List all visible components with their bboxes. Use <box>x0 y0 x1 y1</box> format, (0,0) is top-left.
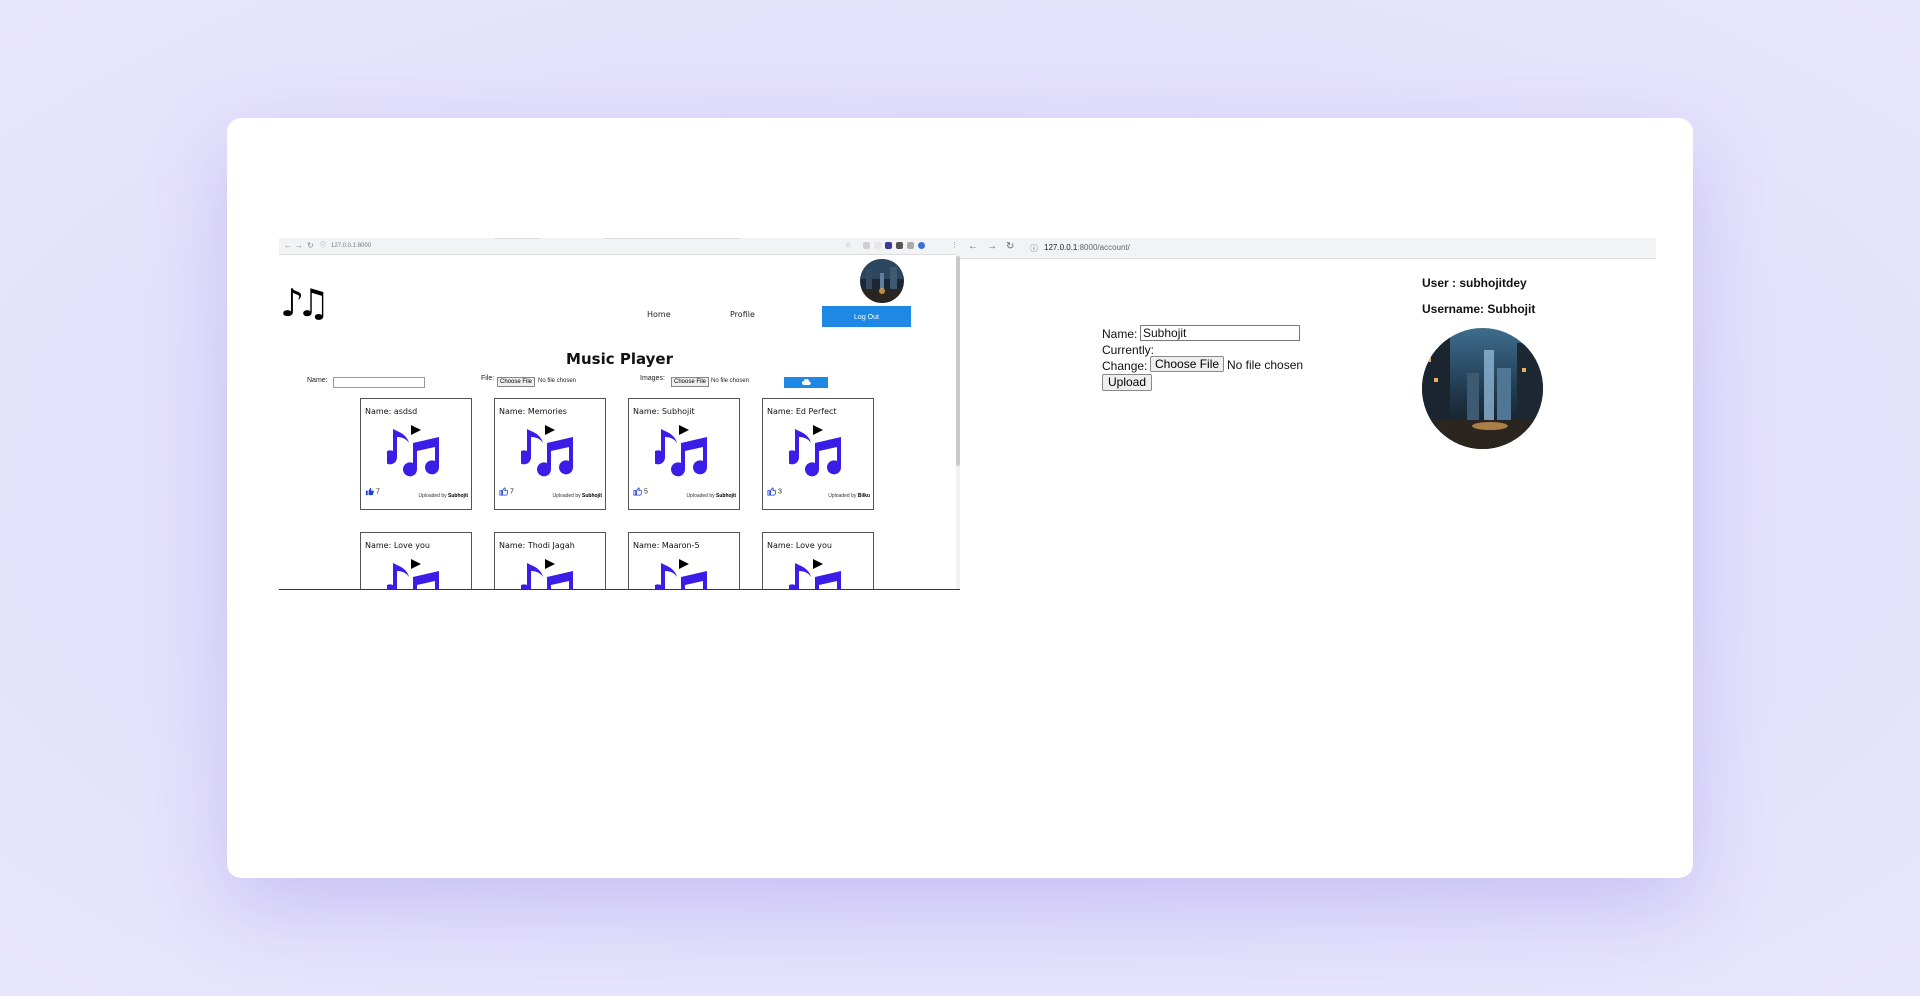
uploader-info: Uploaded by Subhojit <box>552 493 602 499</box>
menu-icon[interactable]: ⋮ <box>951 240 958 252</box>
file-status: No file chosen <box>1227 358 1304 372</box>
song-name: Name: Thodi Jagah <box>499 541 575 550</box>
uploader-info: Uploaded by Subhojit <box>418 493 468 499</box>
song-name: Name: Love you <box>365 541 430 550</box>
extension-icon[interactable] <box>885 242 892 249</box>
username-heading: Username: Subhojit <box>1422 302 1536 316</box>
page-title: Music Player <box>566 350 673 368</box>
music-note-play-icon[interactable] <box>789 423 847 479</box>
music-note-play-icon[interactable] <box>521 557 579 590</box>
song-name: Name: Ed Perfect <box>767 407 837 416</box>
nav-profile-link[interactable]: Profile <box>730 310 755 319</box>
currently-label: Currently: <box>1102 343 1155 357</box>
browser-toolbar: ← → ↻ ⓘ 127.0.0.1:8000 ☆ ⋮ <box>279 238 960 255</box>
song-card[interactable]: Name: Ed Perfect 3 Uploaded by Bilku <box>762 398 874 510</box>
thumbs-up-outline-icon[interactable] <box>633 487 643 496</box>
nav-home-link[interactable]: Home <box>647 310 671 319</box>
music-note-play-icon[interactable] <box>789 557 847 590</box>
file-status: No file chosen <box>538 378 577 384</box>
song-card[interactable]: Name: Maaron-5 <box>628 532 740 590</box>
song-card[interactable]: Name: Love you <box>762 532 874 590</box>
music-note-play-icon[interactable] <box>655 423 713 479</box>
song-name: Name: Memories <box>499 407 567 416</box>
forward-icon[interactable]: → <box>295 240 303 252</box>
logout-button[interactable]: Log Out <box>822 306 911 327</box>
music-note-play-icon[interactable] <box>655 557 713 590</box>
forward-icon[interactable]: → <box>987 241 997 252</box>
browser-toolbar: ← → ↻ ⓘ 127.0.0.1:8000/account/ <box>960 238 1656 259</box>
back-icon[interactable]: ← <box>968 241 978 252</box>
name-label: Name: <box>1102 327 1138 341</box>
song-name: Name: Subhojit <box>633 407 695 416</box>
upload-button[interactable] <box>784 377 828 388</box>
song-name: Name: Maaron-5 <box>633 541 700 550</box>
divider <box>279 589 960 590</box>
name-input[interactable]: Subhojit <box>1140 325 1300 341</box>
info-icon[interactable]: ⓘ <box>320 240 326 252</box>
song-card[interactable]: Name: Love you <box>360 532 472 590</box>
like-count[interactable]: 7 <box>499 487 514 496</box>
extension-icon[interactable] <box>907 242 914 249</box>
images-choose-button[interactable]: Choose File <box>671 377 710 387</box>
song-card[interactable]: Name: asdsd 7 Uploaded by Subhojit <box>360 398 472 510</box>
address-bar[interactable]: 127.0.0.1:8000/account/ <box>1044 242 1130 254</box>
back-icon[interactable]: ← <box>284 240 292 252</box>
thumbs-up-outline-icon[interactable] <box>767 487 777 496</box>
music-logo-icon[interactable]: ♪♫ <box>280 283 330 323</box>
upload-button[interactable]: Upload <box>1102 374 1153 391</box>
extension-icon[interactable] <box>874 242 881 249</box>
song-card[interactable]: Name: Thodi Jagah <box>494 532 606 590</box>
cloud-upload-icon <box>801 378 811 385</box>
uploader-info: Uploaded by Subhojit <box>686 493 736 499</box>
song-card[interactable]: Name: Subhojit 5 Uploaded by Subhojit <box>628 398 740 510</box>
avatar[interactable] <box>860 259 904 303</box>
images-status: No file chosen <box>711 378 750 384</box>
music-note-play-icon[interactable] <box>387 557 445 590</box>
puzzle-icon[interactable] <box>896 242 903 249</box>
info-icon[interactable]: ⓘ <box>1030 243 1038 254</box>
file-choose-button[interactable]: Choose File <box>497 377 536 387</box>
thumbs-up-outline-icon[interactable] <box>499 487 509 496</box>
images-label: Images: <box>640 375 665 382</box>
song-card[interactable]: Name: Memories 7 Uploaded by Subhojit <box>494 398 606 510</box>
like-count[interactable]: 7 <box>365 487 380 496</box>
thumbs-up-icon[interactable] <box>365 487 374 496</box>
name-label: Name: <box>307 377 328 384</box>
star-icon[interactable]: ☆ <box>845 240 851 252</box>
account-window: ← → ↻ ⓘ 127.0.0.1:8000/account/ User : s… <box>960 238 1656 590</box>
music-note-play-icon[interactable] <box>521 423 579 479</box>
profile-icon[interactable] <box>918 242 925 249</box>
reload-icon[interactable]: ↻ <box>1006 241 1014 252</box>
like-count[interactable]: 3 <box>767 487 782 496</box>
song-name: Name: Love you <box>767 541 832 550</box>
profile-image <box>1422 328 1543 449</box>
uploader-info: Uploaded by Bilku <box>828 493 870 499</box>
name-input[interactable] <box>333 377 425 388</box>
extension-icon[interactable] <box>863 242 870 249</box>
reload-icon[interactable]: ↻ <box>307 240 314 252</box>
music-note-play-icon[interactable] <box>387 423 445 479</box>
song-name: Name: asdsd <box>365 407 418 416</box>
file-label: File: <box>481 375 495 382</box>
like-count[interactable]: 5 <box>633 487 648 496</box>
music-player-window: ← → ↻ ⓘ 127.0.0.1:8000 ☆ ⋮ ♪♫ Home Profi… <box>279 238 960 590</box>
choose-file-button[interactable]: Choose File <box>1150 356 1225 372</box>
change-label: Change: <box>1102 359 1148 373</box>
user-heading: User : subhojitdey <box>1422 276 1527 290</box>
address-bar[interactable]: 127.0.0.1:8000 <box>331 241 371 251</box>
